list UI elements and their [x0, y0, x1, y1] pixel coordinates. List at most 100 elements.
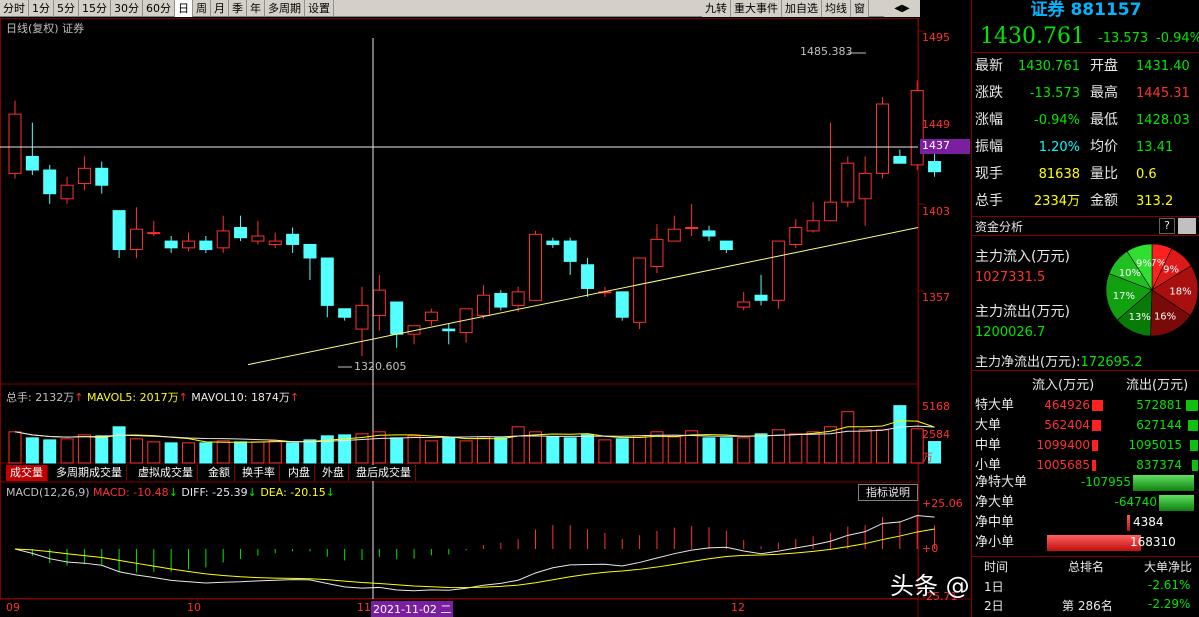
candle-body	[60, 184, 74, 200]
flow-out-value: 837374	[1136, 458, 1182, 472]
candle-body	[823, 201, 837, 222]
period-tab-3[interactable]: 15分	[79, 0, 111, 17]
period-tab-11[interactable]: 多周期	[265, 0, 305, 17]
toolbar-button-0[interactable]: 九转	[702, 0, 731, 17]
candle-body	[77, 167, 91, 185]
period-tab-9[interactable]: 季	[229, 0, 247, 17]
volume-bar	[702, 437, 716, 464]
period-tab-6[interactable]: 日	[175, 0, 193, 17]
indicator-tab-7[interactable]: 盘后成交量	[352, 465, 416, 481]
net-flow-label: 净中单	[975, 515, 1015, 530]
candle-body	[563, 240, 577, 262]
volume-bar	[407, 435, 421, 464]
quote-label: 总手	[975, 193, 1003, 209]
quote-row: 现手 81638 量比 0.6	[972, 161, 1199, 188]
price-axis-1357: 1357	[922, 291, 950, 304]
volume-axis-unit: 万	[922, 451, 933, 464]
volume-bar	[806, 431, 820, 464]
pie-slice-label: 9%	[1163, 265, 1179, 276]
flow-header-in: 流入(万元)	[1032, 378, 1095, 393]
volume-bar	[112, 426, 126, 464]
net-flow-value: -64740	[1114, 495, 1157, 509]
rank-row-2-time: 2日	[984, 599, 1004, 613]
price-axis-1495: 1495	[922, 31, 950, 44]
candle-body	[95, 167, 109, 186]
candle-body	[876, 103, 889, 174]
candle-body	[893, 155, 907, 164]
period-tab-5[interactable]: 60分	[143, 0, 175, 17]
indicator-help-button[interactable]: 指标说明	[858, 484, 918, 501]
period-tab-12[interactable]: 设置	[305, 0, 334, 17]
toolbar-button-3[interactable]: 均线	[822, 0, 851, 17]
indicator-tab-6[interactable]: 外盘	[318, 465, 349, 481]
rank-row-1-ratio: -2.61%	[1148, 578, 1191, 592]
quote-value: 13.41	[1136, 140, 1174, 155]
macd-dea-line	[14, 528, 935, 589]
volume-bar	[546, 436, 560, 464]
period-tab-0[interactable]: 分时	[0, 0, 29, 17]
candle-body	[424, 311, 438, 322]
candle-body	[390, 301, 404, 335]
quote-value: 0.6	[1136, 167, 1157, 182]
period-tab-7[interactable]: 周	[193, 0, 211, 17]
candle-body	[147, 232, 161, 235]
quote-value: -13.573	[1029, 86, 1080, 101]
volume-bar	[737, 437, 751, 464]
flow-out-bar	[1190, 440, 1198, 451]
net-outflow-row: 主力净流出(万元):172695.2	[975, 351, 1143, 370]
quote-row: 振幅 1.20% 均价 13.41	[972, 134, 1199, 161]
net-flow-bar	[1133, 475, 1194, 491]
low-price-label: 1320.605	[354, 360, 407, 373]
rank-row-1-time: 1日	[984, 580, 1004, 594]
period-tab-8[interactable]: 月	[211, 0, 229, 17]
volume-bar	[494, 437, 508, 464]
price-axis-1403: 1403	[922, 205, 950, 218]
net-flow-value: -107955	[1080, 475, 1131, 489]
indicator-tab-5[interactable]: 内盘	[284, 465, 315, 481]
flow-out-bar	[1192, 460, 1198, 471]
toolbar-button-1[interactable]: 重大事件	[731, 0, 782, 17]
net-outflow-label: 主力净流出(万元):	[975, 355, 1081, 370]
indicator-tab-0[interactable]: 成交量	[6, 465, 48, 481]
quote-value: 1431.40	[1136, 59, 1190, 74]
period-tab-10[interactable]: 年	[247, 0, 265, 17]
current-price-tag: 1437	[920, 139, 970, 154]
price-change: -13.573	[1098, 31, 1149, 46]
candle-body	[234, 227, 248, 239]
flow-out-bar	[1188, 420, 1198, 431]
candle-body	[754, 294, 768, 301]
indicator-tab-3[interactable]: 金额	[204, 465, 235, 481]
toolbar-button-4[interactable]: 窗	[851, 0, 869, 17]
fund-help-button[interactable]: ?	[1159, 218, 1175, 234]
fund-close-icon[interactable]	[1178, 218, 1196, 234]
candle-body	[650, 238, 664, 267]
flow-out-value: 627144	[1136, 418, 1182, 432]
toolbar-arrows[interactable]: ◀▶	[884, 0, 920, 17]
quote-label: 最高	[1090, 85, 1118, 101]
volume-bar	[598, 439, 612, 464]
indicator-tab-1[interactable]: 多周期成交量	[52, 465, 127, 481]
period-tab-4[interactable]: 30分	[111, 0, 143, 17]
period-tab-2[interactable]: 5分	[54, 0, 79, 17]
indicator-tab-2[interactable]: 虚拟成交量	[134, 465, 198, 481]
flow-label: 中单	[975, 438, 1002, 453]
rank-header-total: 总排名	[1068, 560, 1105, 574]
mavol10-value: 1874万	[250, 391, 290, 404]
quote-label: 开盘	[1090, 58, 1118, 74]
flow-row: 小单 1005685 837374	[972, 457, 1199, 474]
date-label-12: 12	[731, 601, 745, 614]
volume-stats: 总手: 2132万↑ MAVOL5: 2017万↑ MAVOL10: 1874万…	[6, 389, 299, 405]
quote-value: 81638	[1038, 167, 1080, 182]
volume-bar	[8, 431, 22, 464]
quote-value: 2334万	[1033, 194, 1080, 209]
indicator-tab-4[interactable]: 换手率	[238, 465, 280, 481]
kline-chart[interactable]	[0, 18, 970, 617]
flow-out-value: 572881	[1136, 398, 1182, 412]
candle-body	[771, 240, 785, 301]
volume-bar	[789, 433, 803, 464]
volume-bar	[303, 439, 317, 464]
fund-analysis-title: 资金分析	[975, 220, 1024, 234]
macd-axis-top: +25.06	[922, 497, 963, 510]
toolbar-button-2[interactable]: 加自选	[782, 0, 822, 17]
period-tab-1[interactable]: 1分	[29, 0, 54, 17]
